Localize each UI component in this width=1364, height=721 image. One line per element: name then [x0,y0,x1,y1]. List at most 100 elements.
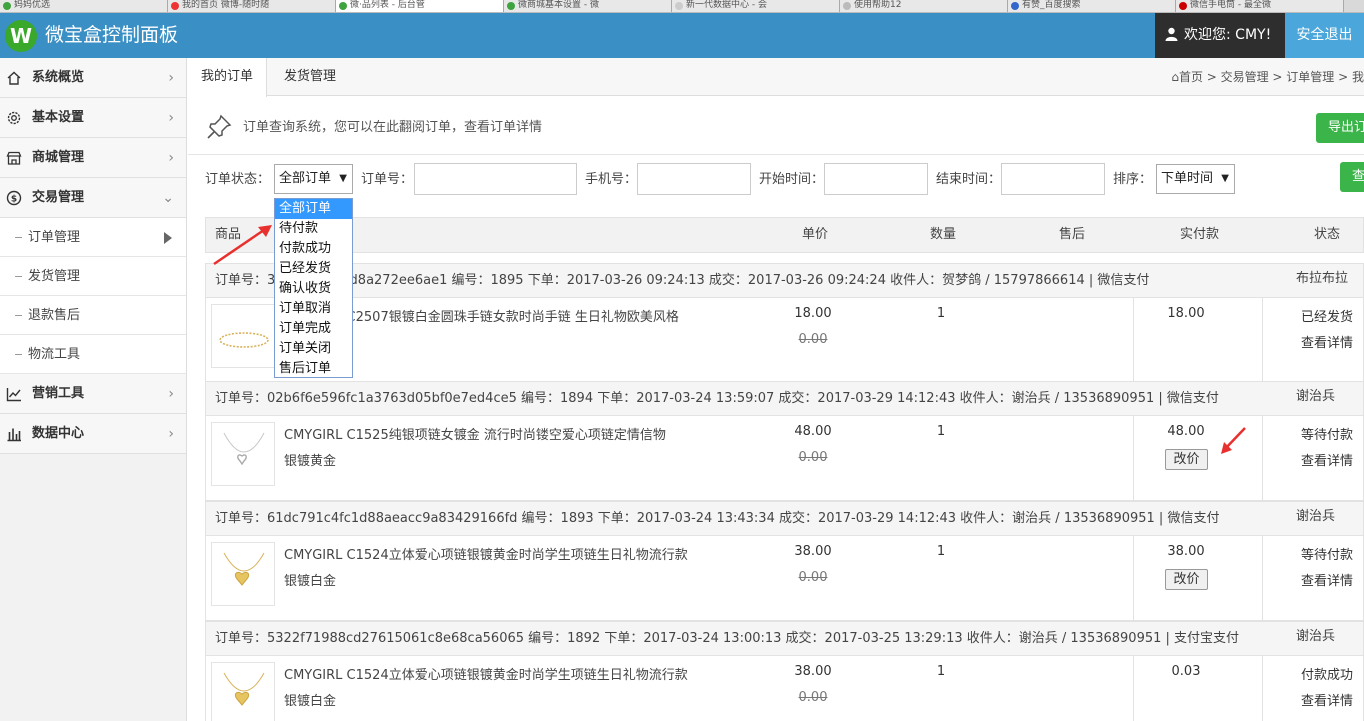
product-image[interactable] [211,422,275,486]
pushpin-icon [207,114,232,139]
browser-tab[interactable]: 微信手电筒 - 最全微 [1176,0,1344,12]
sidebar-subitem-orders[interactable]: 订单管理 [0,218,186,257]
status-select[interactable]: 全部订单 ▼ [274,164,353,194]
logout-button[interactable]: 安全退出 [1285,13,1364,58]
dropdown-option[interactable]: 确认收货 [275,279,352,299]
view-detail-link[interactable]: 查看详情 [1301,690,1353,709]
paid-amount: 48.00 [1167,424,1205,439]
dropdown-arrow-icon: ▼ [1221,173,1229,184]
chevron-down-icon: ⌄ [162,190,174,206]
change-price-button[interactable]: 改价 [1165,569,1208,590]
red-arrow-annotation-icon [1221,427,1246,454]
dropdown-option[interactable]: 订单关闭 [275,339,352,359]
paid-amount: 38.00 [1167,544,1205,559]
product-name[interactable]: CMYGIRL C1524立体爱心项链银镀黄金时尚学生项链生日礼物流行款 [284,544,688,563]
product-image[interactable] [211,542,275,606]
chevron-right-icon: › [168,70,174,86]
order-status: 付款成功 [1301,668,1354,683]
browser-tab[interactable]: 微商城基本设置 - 微 [504,0,672,12]
dropdown-option[interactable]: 订单取消 [275,299,352,319]
table-header: 商品 单价 数量 售后 实付款 状态 [205,217,1364,253]
end-time-input[interactable] [1001,163,1105,195]
logo-icon: W [5,20,37,52]
view-detail-link[interactable]: 查看详情 [1301,450,1353,469]
export-orders-button[interactable]: 导出订 [1316,113,1364,143]
favicon-icon [339,2,347,10]
quantity: 1 [936,664,946,679]
favicon-icon [675,2,683,10]
browser-tab[interactable]: 有赞_百度搜索 [1008,0,1176,12]
original-price: 0.00 [798,332,828,347]
sidebar-item-settings[interactable]: 基本设置 › [0,98,186,138]
browser-tab[interactable]: 妈妈优选 [0,0,168,12]
sidebar-item-data-center[interactable]: 数据中心 › [0,414,186,454]
paid-amount: 18.00 [1167,306,1205,321]
dropdown-option[interactable]: 付款成功 [275,239,352,259]
end-time-label: 结束时间： [936,172,1002,187]
browser-tab[interactable]: 新一代数据中心 - 会 [672,0,840,12]
product-name[interactable]: CMYGIRL C1524立体爱心项链银镀黄金时尚学生项链生日礼物流行款 [284,664,688,683]
order-no-input[interactable] [414,163,577,195]
tab-my-orders[interactable]: 我的订单 [188,58,268,97]
buyer-name: 谢治兵 [1296,509,1336,524]
table-row: CMYGIRL C1524立体爱心项链银镀黄金时尚学生项链生日礼物流行款 银镀白… [206,536,1363,620]
phone-label: 手机号： [585,172,638,187]
table-row: CMYGIRL C2507银镀白金圆珠手链女款时尚手链 生日礼物欧美风格 18.… [206,298,1363,382]
necklace-heart-icon [223,432,265,466]
sidebar-subitem-refund[interactable]: 退款售后 [0,296,186,335]
table-row: CMYGIRL C1524立体爱心项链银镀黄金时尚学生项链生日礼物流行款 银镀白… [206,656,1363,721]
dropdown-option[interactable]: 待付款 [275,219,352,239]
gear-icon [7,111,21,125]
sidebar-item-overview[interactable]: 系统概览 › [0,58,186,98]
dropdown-option[interactable]: 订单完成 [275,319,352,339]
paid-amount: 0.03 [1171,664,1201,679]
sidebar-item-shop[interactable]: 商城管理 › [0,138,186,178]
product-spec: 银镀白金 [284,694,337,709]
favicon-icon [1179,2,1187,10]
tab-shipping[interactable]: 发货管理 [271,58,349,96]
sort-select[interactable]: 下单时间 ▼ [1156,164,1235,194]
browser-tab[interactable]: 我的首页 微博-随时随 [168,0,336,12]
dropdown-option[interactable]: 全部订单 [275,199,352,219]
order-card: 订单号：02b6f6e596fc1a3763d05bf0e7ed4ce5 编号：… [205,381,1364,501]
welcome-user[interactable]: 欢迎您: CMY! [1155,13,1285,58]
sidebar-subitem-logistics[interactable]: 物流工具 [0,335,186,374]
dropdown-option[interactable]: 已经发货 [275,259,352,279]
product-spec: 银镀白金 [284,574,337,589]
quantity: 1 [936,306,946,321]
home-icon: ⌂ [1171,70,1179,84]
order-card: 订单号：3 8d9a9ef65d8a272ee6ae1 编号：1895 下单：2… [205,263,1364,383]
red-arrow-annotation-icon [213,225,272,266]
product-name[interactable]: CMYGIRL C1525纯银项链女镀金 流行时尚镂空爱心项链定情信物 [284,424,666,443]
browser-tab[interactable]: 使用帮助12 [840,0,1008,12]
baidu-icon [1011,2,1019,10]
status-dropdown-list: 全部订单 待付款 付款成功 已经发货 确认收货 订单取消 订单完成 订单关闭 售… [274,198,353,378]
product-image[interactable] [211,662,275,721]
necklace-heart-icon [223,552,265,586]
unit-price: 18.00 [794,306,832,321]
sidebar-item-trade[interactable]: $ 交易管理 ⌄ [0,178,186,218]
order-no-label: 订单号： [361,172,414,187]
start-time-input[interactable] [824,163,928,195]
dropdown-option[interactable]: 售后订单 [275,359,352,379]
shop-icon [6,151,22,165]
buyer-name: 谢治兵 [1296,629,1336,644]
notice-bar: 订单查询系统，您可以在此翻阅订单，查看订单详情 导出订 [188,97,1364,155]
change-price-button[interactable]: 改价 [1165,449,1208,470]
quantity: 1 [936,544,946,559]
bracelet-icon [219,332,269,348]
sidebar-item-marketing[interactable]: 营销工具 › [0,374,186,414]
favicon-icon [3,2,11,10]
view-detail-link[interactable]: 查看详情 [1301,570,1353,589]
chevron-right-icon: › [168,426,174,442]
view-detail-link[interactable]: 查看详情 [1301,332,1353,351]
weibo-icon [171,2,179,10]
sidebar-subitem-shipping[interactable]: 发货管理 [0,257,186,296]
browser-tab-active[interactable]: 微·品列表 - 后台管 [336,0,504,12]
order-header: 订单号：02b6f6e596fc1a3763d05bf0e7ed4ce5 编号：… [206,382,1363,416]
svg-text:$: $ [11,195,17,205]
phone-input[interactable] [637,163,751,195]
product-image[interactable] [211,304,275,368]
search-button[interactable]: 查 [1340,162,1364,192]
browser-tab-strip: 妈妈优选 我的首页 微博-随时随 微·品列表 - 后台管 微商城基本设置 - 微新一代… [0,0,1364,13]
